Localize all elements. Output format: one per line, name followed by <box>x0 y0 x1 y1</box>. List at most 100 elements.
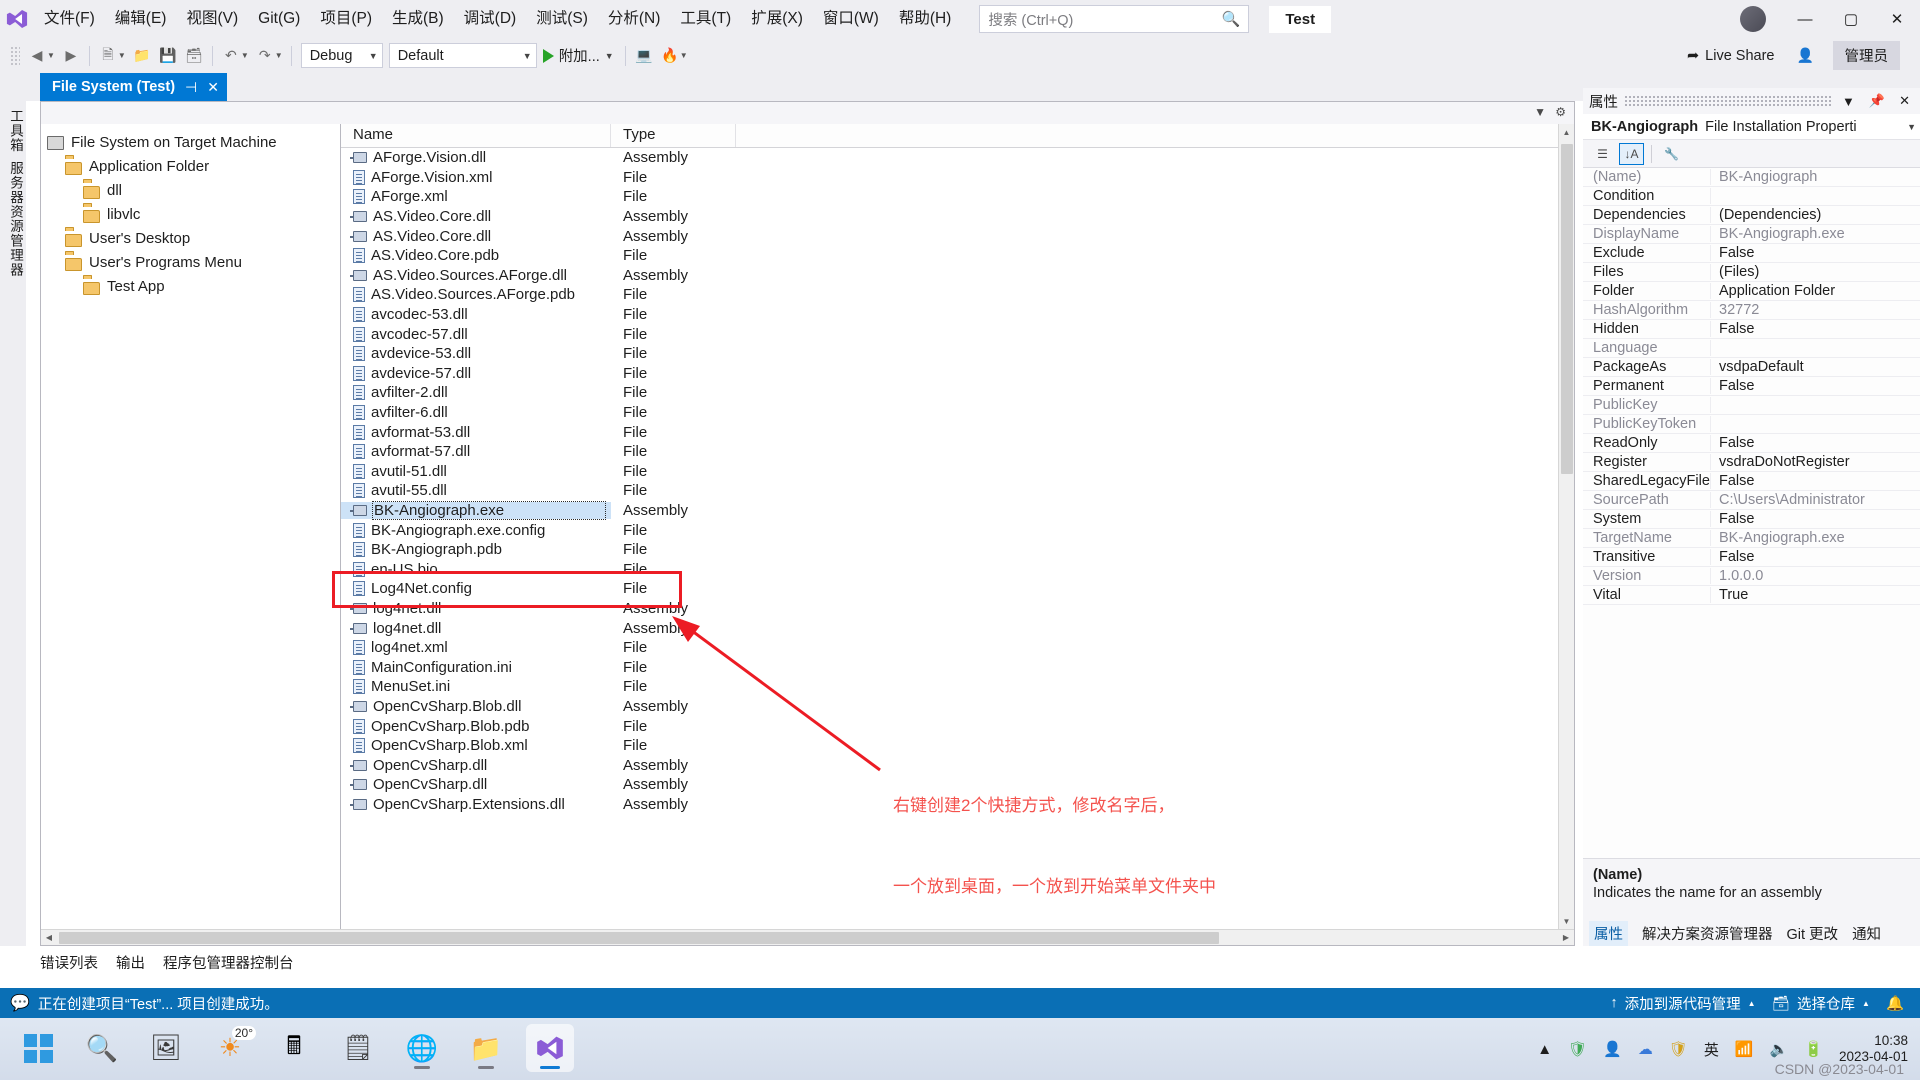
property-value[interactable]: Application Folder <box>1711 283 1920 299</box>
tab-solution-explorer[interactable]: 解决方案资源管理器 <box>1642 923 1773 944</box>
property-value[interactable]: False <box>1711 321 1920 337</box>
menu-view[interactable]: 视图(V) <box>177 5 247 33</box>
weather-widget[interactable]: ☀ 20° <box>206 1024 256 1072</box>
property-value[interactable]: False <box>1711 511 1920 527</box>
designer-horizontal-scrollbar[interactable]: ◀ ▶ <box>41 929 1574 945</box>
close-button[interactable]: ✕ <box>1874 0 1920 38</box>
save-all-icon[interactable]: 🗃 <box>181 43 207 69</box>
scrollbar-thumb-h[interactable] <box>59 931 1219 944</box>
tab-error-list[interactable]: 错误列表 <box>40 952 98 976</box>
property-value[interactable]: False <box>1711 245 1920 261</box>
property-row[interactable]: Permanent False <box>1583 377 1920 396</box>
menu-analyze[interactable]: 分析(N) <box>599 5 670 33</box>
property-pages-icon[interactable]: 🔧 <box>1659 143 1684 165</box>
property-row[interactable]: Register vsdraDoNotRegister <box>1583 453 1920 472</box>
menu-debug[interactable]: 调试(D) <box>455 5 526 33</box>
tab-properties[interactable]: 属性 <box>1589 920 1628 946</box>
menu-tools[interactable]: 工具(T) <box>671 5 740 33</box>
undo-dropdown-icon[interactable]: ▼ <box>241 51 249 60</box>
file-row[interactable]: avfilter-6.dll File <box>341 403 1558 423</box>
maximize-button[interactable]: ▢ <box>1828 0 1874 38</box>
tree-item[interactable]: libvlc <box>47 202 340 226</box>
menu-git[interactable]: Git(G) <box>249 5 309 33</box>
property-row[interactable]: SharedLegacyFile False <box>1583 472 1920 491</box>
file-row[interactable]: AS.Video.Core.pdb File <box>341 246 1558 266</box>
notifications-bell-button[interactable]: 🔔 <box>1886 995 1920 1012</box>
open-file-icon[interactable]: 📁 <box>129 43 155 69</box>
menu-window[interactable]: 窗口(W) <box>814 5 888 33</box>
menu-extensions[interactable]: 扩展(X) <box>742 5 812 33</box>
panel-drag-handle[interactable] <box>1624 95 1833 107</box>
search-input[interactable]: 搜索 (Ctrl+Q) 🔍 <box>979 5 1250 33</box>
column-header-name[interactable]: Name <box>341 124 611 147</box>
property-row[interactable]: Dependencies (Dependencies) <box>1583 206 1920 225</box>
alphabetical-sort-icon[interactable]: ↓A <box>1619 142 1644 165</box>
property-row[interactable]: PackageAs vsdpaDefault <box>1583 358 1920 377</box>
property-value[interactable]: vsdpaDefault <box>1711 359 1920 375</box>
file-explorer-button[interactable]: 📁 <box>462 1024 510 1072</box>
file-row[interactable]: MainConfiguration.ini File <box>341 657 1558 677</box>
tab-package-manager-console[interactable]: 程序包管理器控制台 <box>163 952 294 976</box>
close-icon[interactable]: ✕ <box>207 79 219 96</box>
property-row[interactable]: TargetName BK-Angiograph.exe <box>1583 529 1920 548</box>
menu-test[interactable]: 测试(S) <box>527 5 597 33</box>
menu-help[interactable]: 帮助(H) <box>890 5 961 33</box>
property-row[interactable]: DisplayName BK-Angiograph.exe <box>1583 225 1920 244</box>
minimize-button[interactable]: — <box>1782 0 1828 38</box>
tray-shield-icon[interactable]: 🛡 <box>1568 1040 1587 1058</box>
tab-notifications[interactable]: 通知 <box>1852 923 1881 944</box>
property-row[interactable]: Files (Files) <box>1583 263 1920 282</box>
property-row[interactable]: Version 1.0.0.0 <box>1583 567 1920 586</box>
property-row[interactable]: Hidden False <box>1583 320 1920 339</box>
tab-output[interactable]: 输出 <box>116 952 145 976</box>
close-icon[interactable]: ✕ <box>1895 93 1914 109</box>
tree-item[interactable]: User's Desktop <box>47 226 340 250</box>
file-row[interactable]: avfilter-2.dll File <box>341 383 1558 403</box>
battery-icon[interactable]: 🔋 <box>1804 1040 1823 1058</box>
file-row[interactable]: avutil-51.dll File <box>341 462 1558 482</box>
select-repository-button[interactable]: 🗃 选择仓库 ▲ <box>1772 993 1886 1014</box>
attach-run-button[interactable]: 附加... ▼ <box>537 43 620 69</box>
input-language-indicator[interactable]: 英 <box>1704 1039 1719 1060</box>
file-row[interactable]: log4net.dll Assembly <box>341 618 1558 638</box>
property-row[interactable]: Condition <box>1583 187 1920 206</box>
calculator-button[interactable]: 🖩 <box>270 1024 318 1072</box>
chevron-down-icon[interactable]: ▼ <box>1534 105 1546 119</box>
file-row[interactable]: AS.Video.Core.dll Assembly <box>341 207 1558 227</box>
tree-item[interactable]: dll <box>47 178 340 202</box>
property-row[interactable]: Vital True <box>1583 586 1920 605</box>
property-row[interactable]: Transitive False <box>1583 548 1920 567</box>
file-row[interactable]: AS.Video.Sources.AForge.dll Assembly <box>341 266 1558 286</box>
build-configuration-select[interactable]: Debug ▼ <box>300 43 383 68</box>
property-value[interactable]: 1.0.0.0 <box>1711 568 1920 584</box>
file-row[interactable]: OpenCvSharp.Blob.pdb File <box>341 716 1558 736</box>
menu-project[interactable]: 项目(P) <box>311 5 381 33</box>
menu-edit[interactable]: 编辑(E) <box>106 5 176 33</box>
file-row[interactable]: AS.Video.Core.dll Assembly <box>341 226 1558 246</box>
pin-icon[interactable]: 📌 <box>1865 93 1889 109</box>
properties-grid[interactable]: (Name) BK-Angiograph Condition Dependencies… <box>1583 168 1920 858</box>
property-value[interactable]: False <box>1711 549 1920 565</box>
live-share-button[interactable]: ➦ Live Share <box>1687 48 1774 64</box>
file-row[interactable]: AForge.Vision.dll Assembly <box>341 148 1558 168</box>
file-row[interactable]: avcodec-57.dll File <box>341 324 1558 344</box>
property-row[interactable]: Exclude False <box>1583 244 1920 263</box>
tray-cloud-icon[interactable]: ☁ <box>1638 1040 1653 1058</box>
property-row[interactable]: Folder Application Folder <box>1583 282 1920 301</box>
categorized-view-icon[interactable]: ☰ <box>1590 143 1615 165</box>
tree-item[interactable]: Application Folder <box>47 154 340 178</box>
file-row[interactable]: BK-Angiograph.pdb File <box>341 540 1558 560</box>
file-row[interactable]: BK-Angiograph.exe.config File <box>341 520 1558 540</box>
property-row[interactable]: HashAlgorithm 32772 <box>1583 301 1920 320</box>
tree-item[interactable]: Test App <box>47 274 340 298</box>
file-row[interactable]: AForge.xml File <box>341 187 1558 207</box>
file-row-selected[interactable]: BK-Angiograph.exe Assembly <box>341 500 1558 521</box>
property-row[interactable]: ReadOnly False <box>1583 434 1920 453</box>
tab-git-changes[interactable]: Git 更改 <box>1787 923 1839 944</box>
property-value[interactable]: BK-Angiograph.exe <box>1711 530 1920 546</box>
property-value[interactable]: BK-Angiograph.exe <box>1711 226 1920 242</box>
file-row[interactable]: log4net.xml File <box>341 638 1558 658</box>
file-row[interactable]: MenuSet.ini File <box>341 677 1558 697</box>
tab-file-system[interactable]: File System (Test) ⊣ ✕ <box>40 73 227 101</box>
property-value[interactable]: False <box>1711 378 1920 394</box>
